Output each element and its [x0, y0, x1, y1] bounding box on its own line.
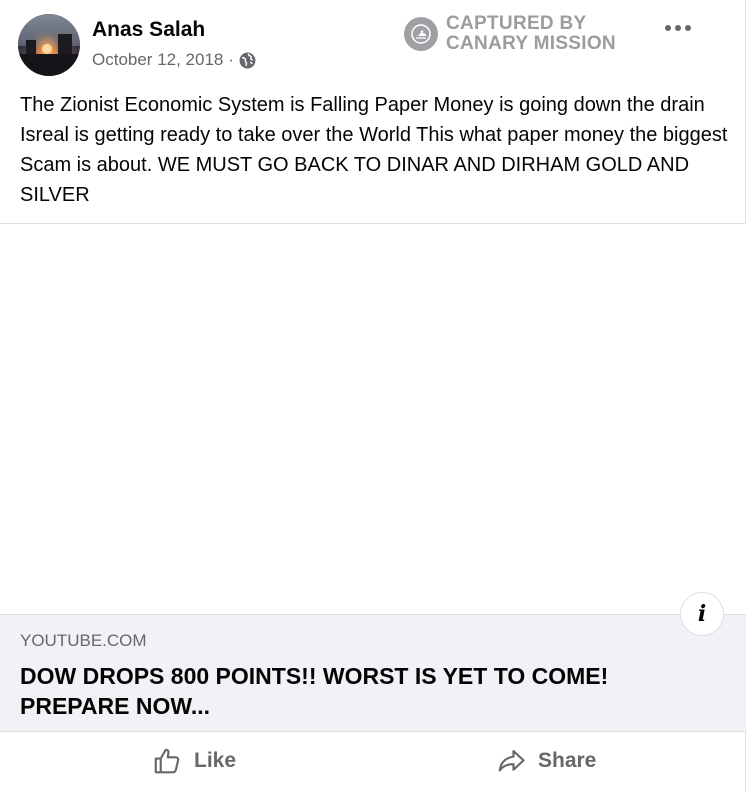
share-arrow-icon — [498, 749, 525, 772]
watermark-line-1: CAPTURED BY — [446, 13, 587, 34]
link-preview-image[interactable] — [0, 224, 746, 614]
link-domain: YOUTUBE.COM — [20, 631, 147, 650]
author-name[interactable]: Anas Salah — [92, 18, 205, 42]
more-dot-icon — [665, 25, 671, 31]
watermark-text: CAPTURED BY CANARY MISSION — [446, 14, 616, 54]
globe-icon — [239, 52, 256, 68]
date-separator: · — [228, 50, 235, 69]
avatar[interactable] — [18, 14, 80, 76]
post-meta: October 12, 2018 · — [92, 50, 256, 70]
info-button[interactable]: i — [680, 592, 724, 636]
post-date[interactable]: October 12, 2018 — [92, 50, 223, 70]
like-button[interactable]: Like — [152, 746, 236, 776]
like-label: Like — [194, 749, 237, 772]
canary-mission-logo — [404, 17, 438, 51]
action-bar: Like Share — [0, 732, 746, 791]
link-preview[interactable]: YOUTUBE.COM DOW DROPS 800 POINTS!! WORST… — [0, 614, 746, 732]
share-label: Share — [538, 749, 597, 772]
post-text: The Zionist Economic System is Falling P… — [20, 94, 728, 206]
more-options-button[interactable] — [664, 14, 692, 42]
thumbs-up-icon — [154, 748, 180, 774]
facebook-post: Anas Salah October 12, 2018 · CAPTURED B… — [0, 0, 746, 791]
more-dot-icon — [685, 25, 691, 31]
info-icon: i — [697, 601, 707, 627]
watermark-line-2: CANARY MISSION — [446, 33, 616, 54]
link-title[interactable]: DOW DROPS 800 POINTS!! WORST IS YET TO C… — [20, 661, 680, 721]
more-dot-icon — [675, 25, 681, 31]
share-button[interactable]: Share — [496, 746, 596, 776]
post-header: Anas Salah October 12, 2018 · — [18, 14, 728, 76]
canary-mission-watermark: CAPTURED BY CANARY MISSION — [404, 14, 616, 54]
